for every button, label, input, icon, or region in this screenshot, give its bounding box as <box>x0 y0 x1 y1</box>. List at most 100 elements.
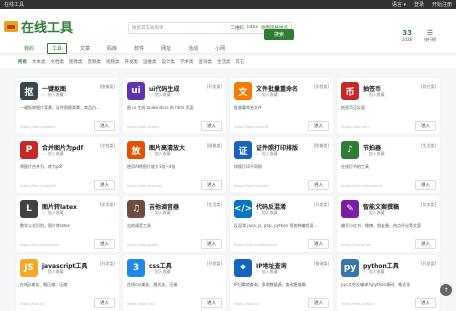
site-logo[interactable]: 在线工具 <box>4 17 73 36</box>
tool-category: [开发类] <box>207 261 222 267</box>
category-item[interactable]: 学术类 <box>180 59 194 65</box>
category-item[interactable]: 音频类 <box>88 59 102 65</box>
tool-icon: ui <box>127 82 145 100</box>
category-item[interactable]: 生活类 <box>217 59 231 65</box>
login-link[interactable]: 登录 <box>414 1 424 8</box>
enter-button[interactable]: 进入 <box>201 121 222 131</box>
tool-card[interactable]: 3css工具[开发类]♡加入收藏在线css美化、格式化、压缩https://to… <box>123 255 226 311</box>
enter-button[interactable]: 进入 <box>94 239 115 249</box>
tool-card[interactable]: 证证件照打印排版[图像类]♡加入收藏排版打印不同照https://tool.id… <box>230 137 333 193</box>
category-item[interactable]: 开发类 <box>125 59 139 65</box>
tool-icon: P <box>20 141 38 159</box>
heart-icon: ♡ <box>149 211 153 216</box>
category-item[interactable]: 图像类 <box>69 59 83 65</box>
nav-item[interactable]: 工具 <box>47 43 67 54</box>
category-item[interactable]: 设计类 <box>162 59 176 65</box>
tool-card[interactable]: ♪节拍器[生活类]♡加入收藏在线打节拍工具https://tool.metron… <box>337 137 440 193</box>
nav-item[interactable]: 网址 <box>157 44 175 53</box>
tool-card[interactable]: pypython工具[开发类]♡加入收藏pyc文件反编译为python源码、格式… <box>337 255 440 311</box>
search-button[interactable]: 搜索 <box>264 29 294 40</box>
tool-card[interactable]: ♫吉他调音器[生活类]♡加入收藏吉他调音工具https://tool.guita… <box>123 196 226 252</box>
nav-item[interactable]: 软件 <box>130 44 148 53</box>
tool-description: 在线打节拍工具 <box>341 164 437 170</box>
enter-button[interactable]: 进入 <box>415 180 436 190</box>
tool-card[interactable]: 抠一键抠图[图像类]♡加入收藏一键抠除图片背景，证件照换背景，商品白...htt… <box>16 78 119 134</box>
top-bar-site-name: 在线工具 <box>4 1 24 8</box>
favorite-button[interactable]: ♡加入收藏 <box>149 151 171 157</box>
tool-card[interactable]: </>代码反混淆[开发类]♡加入收藏反混淆 java, js, php, pyt… <box>230 196 333 252</box>
favorite-button[interactable]: ♡加入收藏 <box>363 269 385 275</box>
enter-button[interactable]: 进入 <box>415 121 436 131</box>
tool-card[interactable]: L图片转latex[学术类]♡加入收藏数学公式识别，图片转latexhttps:… <box>16 196 119 252</box>
search-tag[interactable]: 二维码 <box>230 25 244 31</box>
nav-item[interactable]: 我的 <box>20 44 38 53</box>
tool-card[interactable]: 放图片高清放大[图像类]♡加入收藏使用AI将图片放大1倍~4倍https://t… <box>123 137 226 193</box>
favorite-button[interactable]: ♡加入收藏 <box>42 151 64 157</box>
nav-item[interactable]: 码库 <box>103 44 121 53</box>
ranking-widget[interactable]: ☰ 排行榜 <box>424 29 436 43</box>
enter-button[interactable]: 进入 <box>201 239 222 249</box>
heart-icon: ♡ <box>256 152 260 157</box>
date-widget[interactable]: 33 2026 <box>402 29 412 42</box>
toolbox-icon <box>4 21 18 32</box>
search-tag[interactable]: latex <box>247 25 258 31</box>
heart-icon: ♡ <box>42 93 46 98</box>
enter-button[interactable]: 进入 <box>308 239 329 249</box>
language-link[interactable]: 语言 ▾ <box>392 1 406 8</box>
heart-icon: ♡ <box>256 211 260 216</box>
favorite-button[interactable]: ♡加入收藏 <box>256 269 278 275</box>
category-item[interactable]: 所有 <box>18 59 27 65</box>
favorite-label: 加入收藏 <box>155 269 171 275</box>
category-item[interactable]: 运维类 <box>143 59 157 65</box>
nav-item[interactable]: 活动 <box>184 44 202 53</box>
tool-card[interactable]: ⌖IP地址查询[查询类]♡加入收藏IP归属地查询，多地数据源，查询更准确http… <box>230 255 333 311</box>
favorite-button[interactable]: ♡加入收藏 <box>42 269 64 275</box>
tool-category: [图像类] <box>100 84 115 90</box>
tool-card[interactable]: JSjavascript工具[开发类]♡加入收藏在线js美化、解压缩、压缩htt… <box>16 255 119 311</box>
enter-button[interactable]: 进入 <box>308 121 329 131</box>
heart-icon: ♡ <box>149 270 153 275</box>
favorite-button[interactable]: ♡加入收藏 <box>149 210 171 216</box>
category-item[interactable]: 文档类 <box>51 59 65 65</box>
category-item[interactable]: 其它 <box>236 59 245 65</box>
tool-card[interactable]: P合并图片为pdf[文档类]♡加入收藏将图片合并为、转为pdfhttps://t… <box>16 137 119 193</box>
favorite-button[interactable]: ♡加入收藏 <box>256 210 278 216</box>
favorite-button[interactable]: ♡加入收藏 <box>42 92 64 98</box>
favorite-label: 加入收藏 <box>369 269 385 275</box>
enter-button[interactable]: 进入 <box>94 121 115 131</box>
enter-button[interactable]: 进入 <box>94 180 115 190</box>
favorite-button[interactable]: ♡加入收藏 <box>149 269 171 275</box>
favorite-button[interactable]: ♡加入收藏 <box>363 210 385 216</box>
tool-card[interactable]: 文文件批量重命名[文档类]♡加入收藏批量重命名文件https://tool.re… <box>230 78 333 134</box>
tool-icon: ✎ <box>341 200 359 218</box>
tool-card[interactable]: ✎智能文案撰稿[文本类]♡加入收藏编写小红书、微博、朋友圈、热点评论等文案htt… <box>337 196 440 252</box>
tool-category: [查询类] <box>314 261 329 267</box>
register-link[interactable]: 开始注册 <box>432 1 452 8</box>
category-item[interactable]: 文本类 <box>32 59 46 65</box>
header: 在线工具 搜索其实很简单 二维码 latex 地图风格地点 搜索 33 2026… <box>0 9 456 43</box>
tool-url: https://tool.coin/ <box>341 125 370 129</box>
tool-card[interactable]: 币抽签币[其它类]♡加入收藏抽签币正反面https://tool.coin/进入 <box>337 78 440 134</box>
favorite-button[interactable]: ♡加入收藏 <box>149 92 171 98</box>
enter-button[interactable]: 进入 <box>415 239 436 249</box>
scroll-top-button[interactable]: ↑ <box>440 284 452 296</box>
nav-item[interactable]: 小网 <box>211 44 229 53</box>
category-item[interactable]: 查询类 <box>199 59 213 65</box>
tool-url: https://tool.metronome/ <box>341 184 383 188</box>
tool-url: https://tool.rename/ <box>234 125 269 129</box>
favorite-button[interactable]: ♡加入收藏 <box>256 151 278 157</box>
favorite-button[interactable]: ♡加入收藏 <box>42 210 64 216</box>
tool-card[interactable]: uiui代码生成[开发类]♡加入收藏图 ui 生成 tailwindcss 的 … <box>123 78 226 134</box>
enter-button[interactable]: 进入 <box>201 180 222 190</box>
category-item[interactable]: 视频类 <box>106 59 120 65</box>
date-label: 2026 <box>402 37 412 42</box>
favorite-label: 加入收藏 <box>262 151 278 157</box>
heart-icon: ♡ <box>363 270 367 275</box>
enter-button[interactable]: 进入 <box>308 180 329 190</box>
favorite-button[interactable]: ♡加入收藏 <box>256 92 278 98</box>
nav-item[interactable]: 文章 <box>76 44 94 53</box>
tool-url: https://tool.deobfuscate/ <box>234 243 277 247</box>
favorite-button[interactable]: ♡加入收藏 <box>363 92 385 98</box>
favorite-button[interactable]: ♡加入收藏 <box>363 151 385 157</box>
search-input[interactable]: 搜索其实很简单 <box>129 25 230 31</box>
